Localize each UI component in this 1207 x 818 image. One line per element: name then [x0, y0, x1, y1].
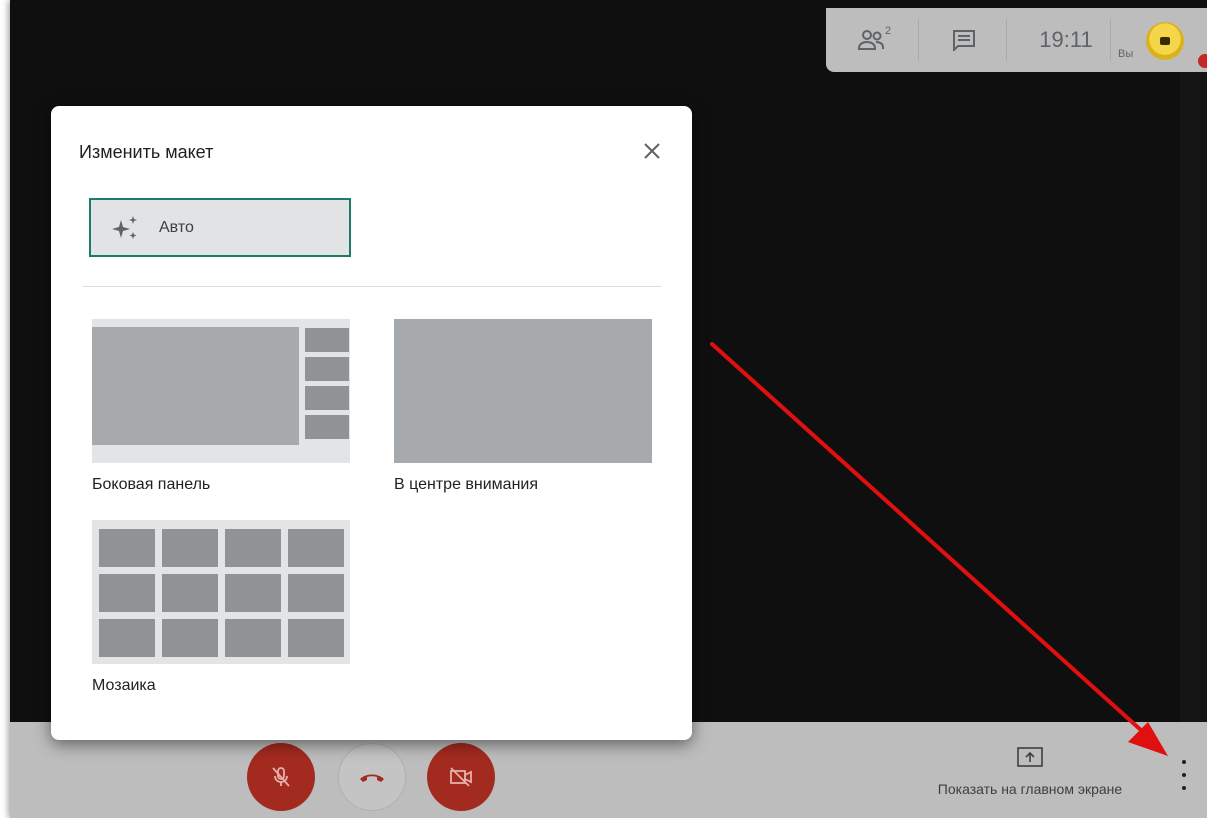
chat-icon [953, 30, 975, 51]
mosaic-preview [92, 520, 350, 664]
mic-toggle-button[interactable] [247, 743, 315, 811]
right-edge-strip [1180, 70, 1207, 722]
spotlight-preview [394, 319, 652, 463]
hang-up-icon [360, 774, 384, 782]
preview-mosaic-tile [225, 574, 281, 612]
spotlight-label: В центре внимания [394, 476, 539, 493]
more-vert-icon [1182, 760, 1186, 764]
change-layout-dialog: Изменить макет Авто Боковая панель В цен… [51, 106, 692, 740]
preview-mosaic-tile [288, 529, 344, 567]
camera-off-icon [450, 767, 472, 787]
preview-mosaic-tile [288, 574, 344, 612]
people-icon [857, 30, 884, 50]
close-button[interactable] [639, 138, 665, 164]
preview-mosaic-tile [225, 619, 281, 657]
dialog-title: Изменить макет [79, 142, 214, 162]
more-vert-icon [1182, 786, 1186, 790]
layout-option-spotlight[interactable]: В центре внимания [394, 319, 652, 499]
layout-option-mosaic[interactable]: Мозаика [92, 520, 350, 700]
mosaic-label: Мозаика [92, 677, 156, 694]
more-vert-icon [1182, 773, 1186, 777]
layout-option-auto[interactable]: Авто [89, 198, 351, 257]
preview-mosaic-tile [99, 619, 155, 657]
avatar[interactable] [1146, 22, 1184, 60]
avatar-logo [1160, 37, 1170, 45]
preview-main-tile [92, 327, 299, 445]
present-screen-icon [1017, 747, 1043, 767]
mic-off-icon [272, 767, 290, 787]
separator [1006, 20, 1007, 60]
preview-side-tile [305, 386, 349, 410]
preview-mosaic-tile [288, 619, 344, 657]
layout-option-sidebar[interactable]: Боковая панель [92, 319, 350, 499]
participants-button[interactable]: 2 [856, 8, 896, 72]
sparkle-icon [112, 215, 137, 239]
present-main-screen-button[interactable]: Показать на главном экране [910, 746, 1150, 797]
auto-label: Авто [159, 218, 194, 236]
preview-side-tile [305, 415, 349, 439]
present-label: Показать на главном экране [937, 781, 1123, 797]
more-options-button[interactable] [1172, 760, 1196, 790]
preview-mosaic-tile [99, 574, 155, 612]
preview-mosaic-tile [162, 529, 218, 567]
sidebar-label: Боковая панель [92, 476, 211, 493]
you-label: Вы [1118, 48, 1134, 60]
preview-mosaic-tile [162, 619, 218, 657]
hang-up-button[interactable] [338, 743, 406, 811]
chat-button[interactable] [944, 8, 984, 72]
preview-mosaic-tile [99, 529, 155, 567]
preview-mosaic-tile [225, 529, 281, 567]
sidebar-preview [92, 319, 350, 463]
preview-side-tile [305, 328, 349, 352]
preview-mosaic-tile [162, 574, 218, 612]
status-badge [1198, 54, 1207, 68]
separator [1110, 20, 1111, 60]
meeting-clock: 19:11 [1039, 27, 1093, 52]
camera-toggle-button[interactable] [427, 743, 495, 811]
preview-side-tile [305, 357, 349, 381]
close-icon [644, 143, 660, 159]
meeting-info-bar: 2 19:11 Вы [826, 8, 1207, 72]
participants-count: 2 [884, 25, 892, 37]
divider [83, 286, 661, 287]
separator [918, 20, 919, 60]
